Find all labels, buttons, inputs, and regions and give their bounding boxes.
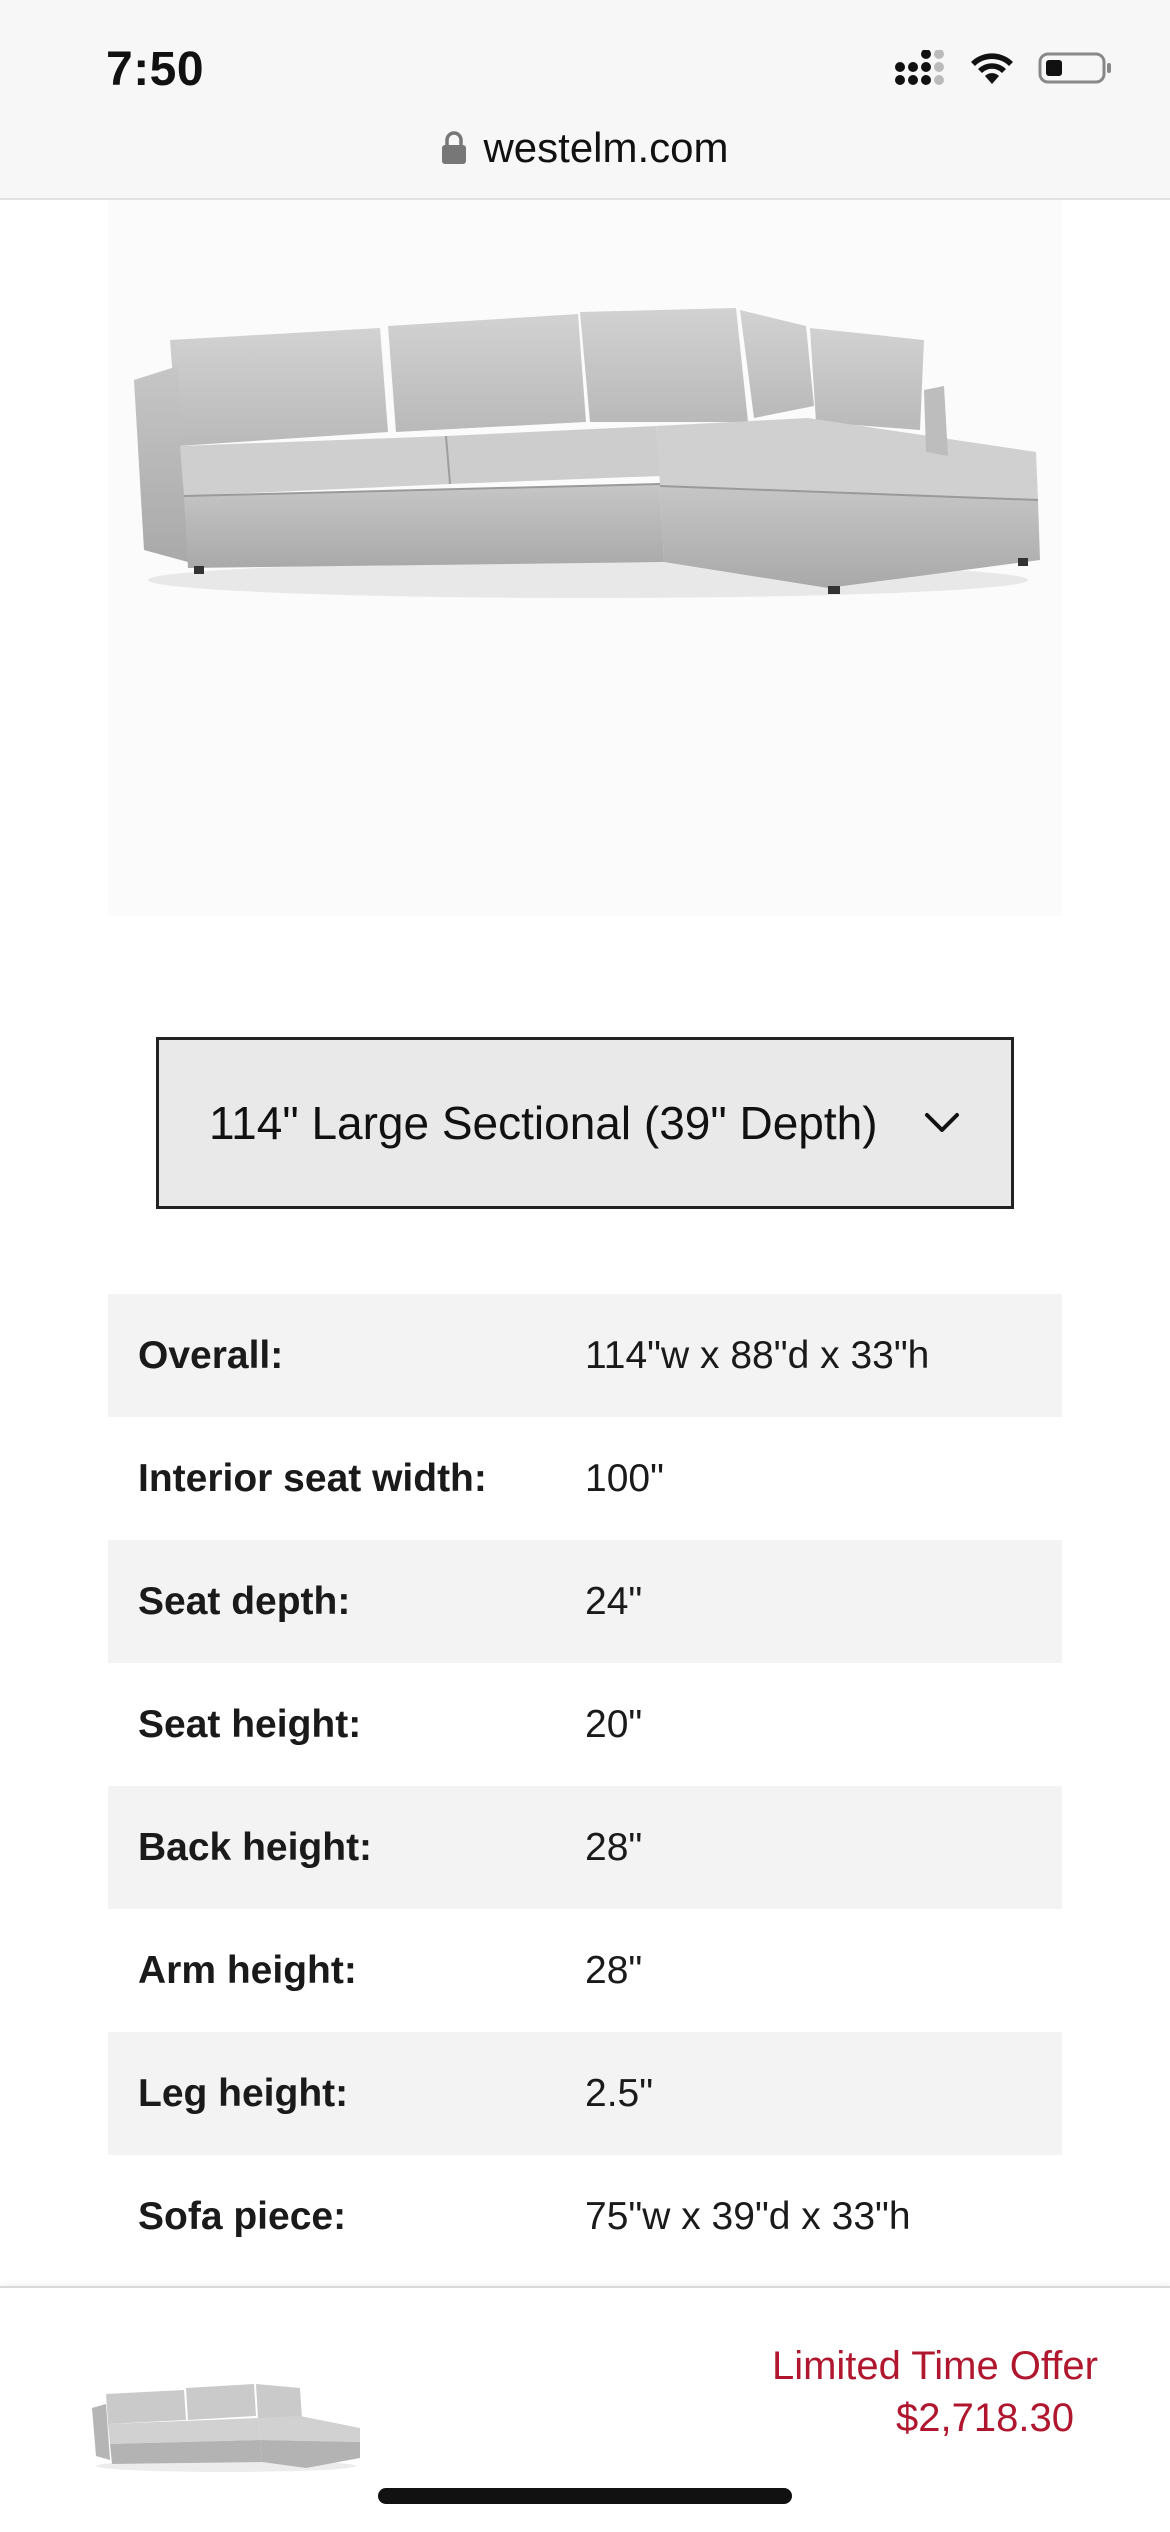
product-thumbnail[interactable] <box>86 2368 364 2478</box>
table-row: Back height: 28" <box>108 1786 1062 1909</box>
spec-label: Arm height: <box>138 1948 357 1992</box>
spec-value: 100" <box>585 1456 664 1500</box>
spec-label: Seat depth: <box>138 1579 351 1623</box>
spec-label: Back height: <box>138 1825 373 1869</box>
spec-label: Sofa piece: <box>138 2194 347 2238</box>
status-time: 7:50 <box>106 43 205 96</box>
spec-value: 20" <box>585 1702 643 1746</box>
spec-label: Interior seat width: <box>138 1456 487 1500</box>
product-image <box>108 200 1062 916</box>
table-row: Sofa piece: 75"w x 39"d x 33"h <box>108 2155 1062 2278</box>
spec-value: 75"w x 39"d x 33"h <box>585 2194 911 2238</box>
url-bar[interactable]: westelm.com <box>0 124 1170 172</box>
table-row: Arm height: 28" <box>108 1909 1062 2032</box>
cellular-signal-icon <box>895 50 944 85</box>
offer-label: Limited Time Offer <box>771 2344 1098 2388</box>
chevron-down-icon <box>925 1113 959 1132</box>
offer-price: $2,718.30 <box>896 2396 1074 2440</box>
lock-icon <box>442 131 467 164</box>
spec-label: Overall: <box>138 1333 284 1377</box>
spec-label: Seat height: <box>138 1702 362 1746</box>
table-row: Seat depth: 24" <box>108 1540 1062 1663</box>
table-row: Overall: 114"w x 88"d x 33"h <box>108 1294 1062 1417</box>
browser-top-bar: 7:50 westelm.com <box>0 0 1170 200</box>
spec-value: 24" <box>585 1579 643 1623</box>
size-select-value: 114" Large Sectional (39" Depth) <box>209 1097 878 1149</box>
url-text: westelm.com <box>483 124 729 171</box>
battery-icon <box>1038 52 1111 84</box>
spec-label: Leg height: <box>138 2071 349 2115</box>
offer-block: Limited Time Offer $2,718.30 <box>772 2340 1098 2444</box>
wifi-icon <box>971 53 1013 84</box>
sectional-sofa-image <box>134 308 1040 598</box>
table-row: Interior seat width: 100" <box>108 1417 1062 1540</box>
spec-value: 28" <box>585 1825 643 1869</box>
spec-value: 2.5" <box>585 2071 654 2115</box>
table-row: Leg height: 2.5" <box>108 2032 1062 2155</box>
spec-value: 28" <box>585 1948 643 1992</box>
status-icons <box>894 50 1114 86</box>
spec-value: 114"w x 88"d x 33"h <box>585 1333 930 1377</box>
size-select-dropdown[interactable]: 114" Large Sectional (39" Depth) <box>156 1037 1014 1209</box>
table-row: Seat height: 20" <box>108 1663 1062 1786</box>
home-indicator[interactable] <box>378 2488 792 2504</box>
dimensions-table: Overall: 114"w x 88"d x 33"h Interior se… <box>108 1294 1062 2278</box>
